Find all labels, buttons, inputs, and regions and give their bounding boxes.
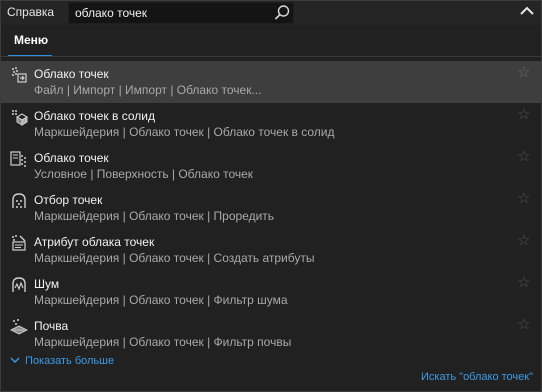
chevron-down-icon xyxy=(10,355,20,363)
favorite-star-icon[interactable]: ☆ xyxy=(517,231,530,249)
favorite-star-icon[interactable]: ☆ xyxy=(517,105,530,123)
noise-filter-icon xyxy=(10,276,28,294)
result-path: Маркшейдерия | Облако точек | Облако точ… xyxy=(34,125,335,139)
results-list: Облако точек Файл | Импорт | Импорт | Об… xyxy=(1,61,541,355)
point-cloud-import-icon xyxy=(10,66,28,84)
result-title: Шум xyxy=(34,277,60,291)
favorite-star-icon[interactable]: ☆ xyxy=(517,273,530,291)
result-item[interactable]: Облако точек Файл | Импорт | Импорт | Об… xyxy=(1,61,541,103)
result-path: Файл | Импорт | Импорт | Облако точек... xyxy=(34,83,262,97)
result-item[interactable]: Почва Маркшейдерия | Облако точек | Филь… xyxy=(1,313,541,355)
result-item[interactable]: Шум Маркшейдерия | Облако точек | Фильтр… xyxy=(1,271,541,313)
result-title: Атрибут облака точек xyxy=(34,235,155,249)
result-item[interactable]: Отбор точек Маркшейдерия | Облако точек … xyxy=(1,187,541,229)
show-more-label: Показать больше xyxy=(25,355,115,367)
result-title: Облако точек в солид xyxy=(34,109,155,123)
surface-point-cloud-icon xyxy=(10,150,28,168)
command-search-window: Справка Меню xyxy=(0,0,542,392)
result-path: Маркшейдерия | Облако точек | Проредить xyxy=(34,209,275,223)
ground-filter-icon xyxy=(9,318,29,336)
result-title: Отбор точек xyxy=(34,193,103,207)
search-all-link[interactable]: Искать "облако точек" xyxy=(421,371,533,383)
point-thinning-icon xyxy=(10,192,28,210)
search-icon[interactable] xyxy=(273,4,291,22)
result-path: Маркшейдерия | Облако точек | Создать ат… xyxy=(34,251,315,265)
result-title: Облако точек xyxy=(34,67,109,81)
top-bar: Справка xyxy=(1,1,541,25)
point-cloud-to-solid-icon xyxy=(10,108,29,126)
result-title: Почва xyxy=(34,319,69,333)
tab-divider xyxy=(1,56,541,57)
point-cloud-attribute-icon xyxy=(10,234,28,252)
help-label[interactable]: Справка xyxy=(7,5,54,19)
favorite-star-icon[interactable]: ☆ xyxy=(517,315,530,333)
tab-bar: Меню xyxy=(1,25,541,57)
result-item[interactable]: Облако точек в солид Маркшейдерия | Обла… xyxy=(1,103,541,145)
favorite-star-icon[interactable]: ☆ xyxy=(517,147,530,165)
result-path: Условное | Поверхность | Облако точек xyxy=(34,167,254,181)
result-item[interactable]: Атрибут облака точек Маркшейдерия | Обла… xyxy=(1,229,541,271)
chevron-up-icon[interactable] xyxy=(519,4,535,18)
result-path: Маркшейдерия | Облако точек | Фильтр шум… xyxy=(34,293,288,307)
result-item[interactable]: Облако точек Условное | Поверхность | Об… xyxy=(1,145,541,187)
result-path: Маркшейдерия | Облако точек | Фильтр поч… xyxy=(34,335,292,349)
favorite-star-icon[interactable]: ☆ xyxy=(517,63,530,81)
favorite-star-icon[interactable]: ☆ xyxy=(517,189,530,207)
tab-menu[interactable]: Меню xyxy=(8,33,54,51)
search-input[interactable] xyxy=(75,4,265,22)
result-title: Облако точек xyxy=(34,151,109,165)
search-box[interactable] xyxy=(68,2,294,24)
show-more-link[interactable]: Показать больше xyxy=(10,355,114,367)
